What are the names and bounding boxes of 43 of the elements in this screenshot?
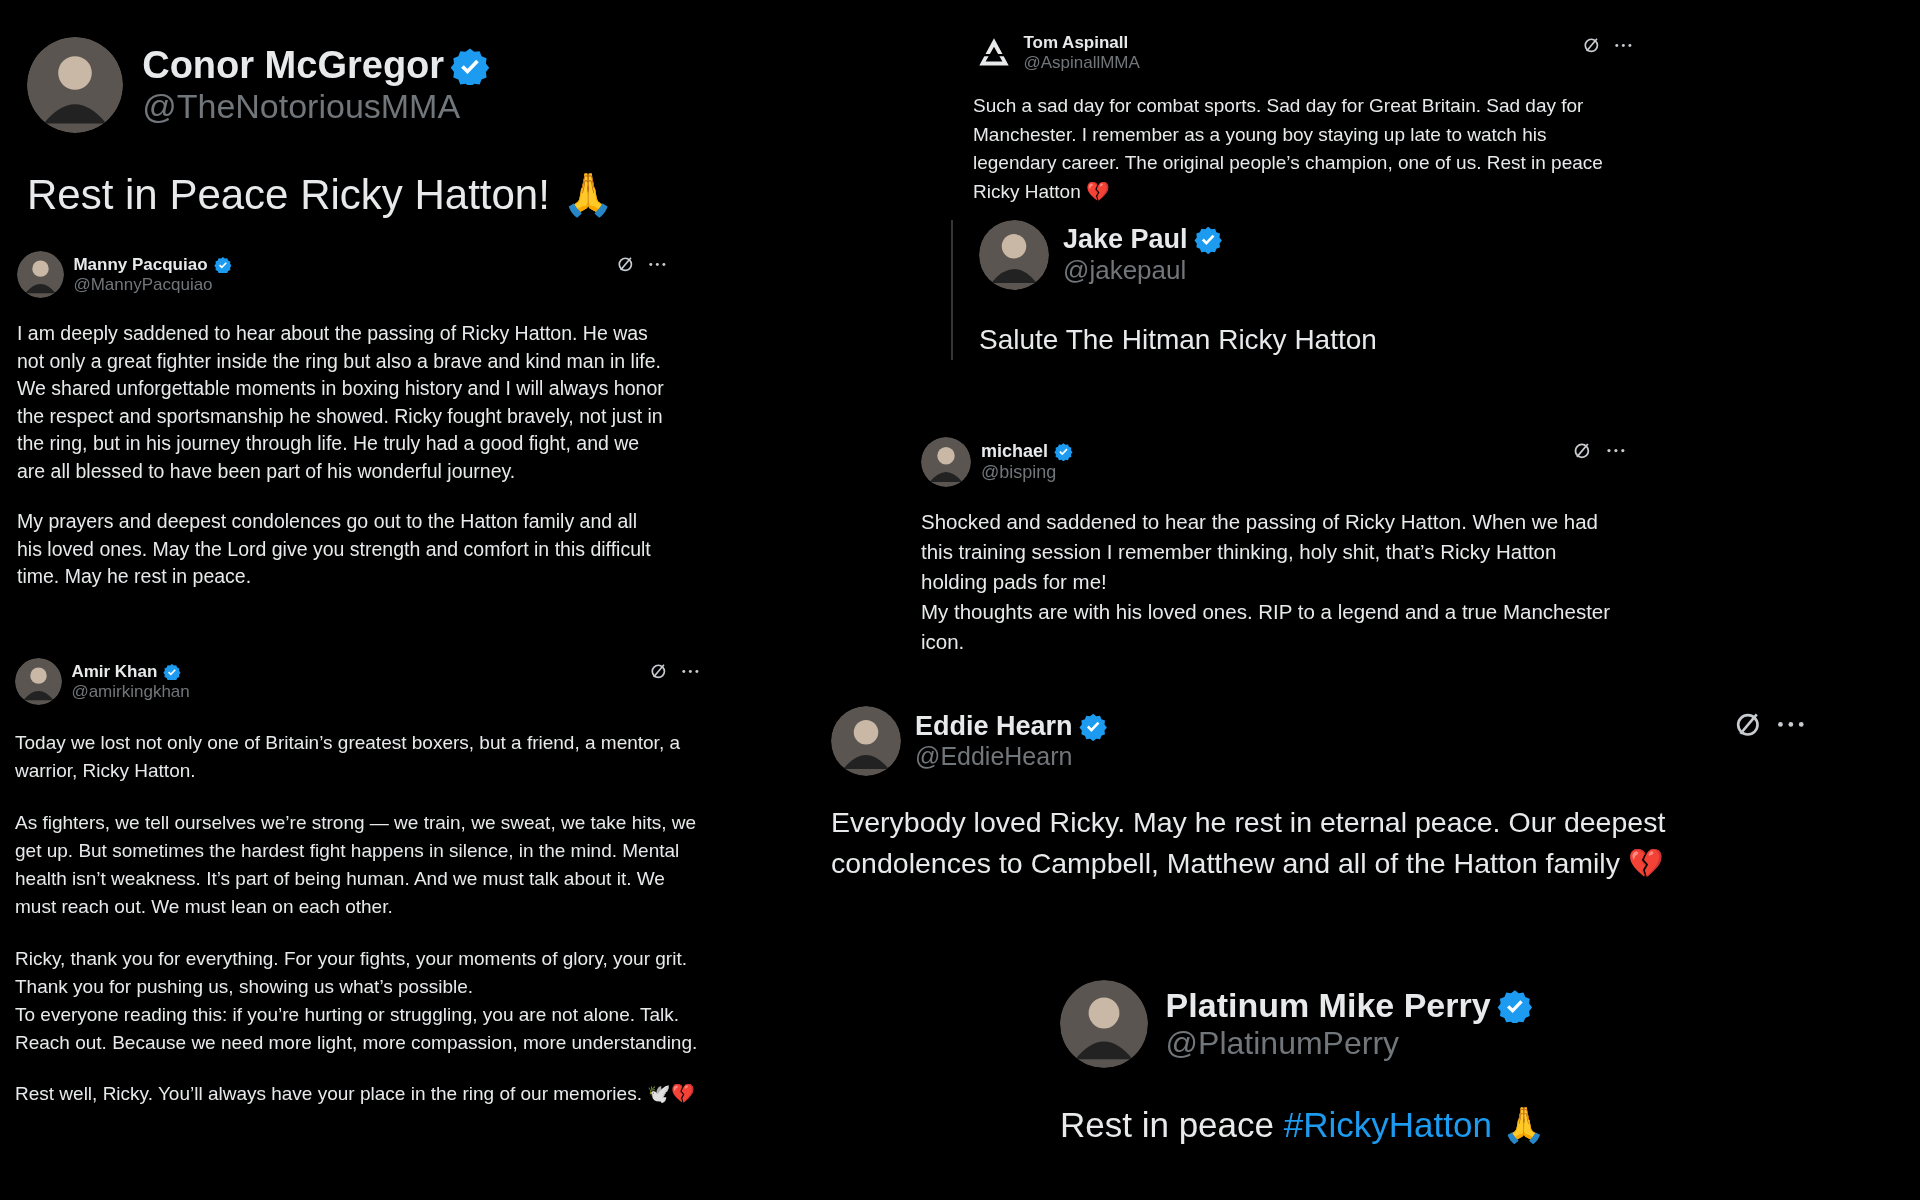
user-name: Conor McGregor [142, 44, 445, 87]
avatar [15, 658, 62, 705]
user-handle: @bisping [981, 462, 1058, 483]
avatar [979, 220, 1049, 290]
post-text: Today we lost not only one of Britain’s greatest boxers, but a friend, a mentor, a warrior, Ricky Hatton. [15, 731, 682, 783]
user-name: Eddie Hearn [915, 711, 1073, 742]
hashtag-link[interactable]: #RickyHatton [1283, 1105, 1492, 1144]
avatar [17, 251, 64, 298]
post-text: Rest in Peace Ricky Hatton! 🙏 [27, 170, 615, 220]
post-text: Everybody loved Ricky. May he rest in eternal peace. Our deepest condolences to Campbell, Matthew and all of the Hatton family 💔 [831, 805, 1667, 881]
slashed-circle-icon[interactable] [1581, 36, 1601, 55]
more-icon[interactable] [681, 667, 700, 675]
avatar [921, 437, 971, 487]
post-text: Rest in peace #RickyHatton 🙏 [1060, 1104, 1547, 1146]
slashed-circle-icon[interactable] [615, 255, 635, 274]
post-text: To everyone reading this: if you’re hurting or struggling, you are not alone. Talk. Reach out. Because we need more light, more compassion, more understanding. [15, 1002, 699, 1055]
user-name: Amir Khan [71, 661, 158, 682]
user-handle: @TheNotoriousMMA [142, 87, 462, 126]
more-icon[interactable] [648, 260, 667, 268]
post-text: Shocked and saddened to hear the passing of Ricky Hatton. When we had this training session I remember thinking, holy shit, that’s Ricky Hatton holding pads for me! [921, 509, 1599, 595]
user-handle: @jakepaul [1063, 255, 1188, 286]
user-handle: @MannyPacquiao [73, 274, 214, 295]
slashed-circle-icon[interactable] [648, 662, 668, 681]
user-name: Tom Aspinall [1023, 33, 1129, 53]
post-text: Ricky, thank you for everything. For your fights, your moments of glory, your grit. Thank you for pushing us, showing us what’s possible. [15, 946, 688, 999]
more-icon[interactable] [1614, 41, 1633, 49]
more-icon[interactable] [1606, 447, 1626, 455]
user-handle: @amirkingkhan [71, 681, 190, 702]
user-name: michael [981, 441, 1049, 462]
user-name: Jake Paul [1063, 224, 1188, 255]
post-text: Such a sad day for combat sports. Sad day for Great Britain. Sad day for Manchester. I remember as a young boy staying up late to watch his legendary career. The original people’s champion, one of us. Rest in peace Ricky Hatton 💔 [973, 94, 1604, 204]
post-text: As fighters, we tell ourselves we’re strong — we train, we sweat, we take hits, we get up. But sometimes the hardest fight happens in silence, in the mind. Mental health isn’t weakness. It’s part of being human. And we must talk about it. We must reach out. We must lean on each other. [15, 810, 698, 919]
user-handle: @AspinallMMA [1023, 53, 1140, 73]
post-text: My thoughts are with his loved ones. RIP to a legend and a true Manchester icon. [921, 599, 1612, 655]
post-text: My prayers and deepest condolences go out to the Hatton family and all his loved ones. May the Lord give you strength and comfort in this difficult time. May he rest in peace. [17, 509, 652, 590]
post-text: Salute The Hitman Ricky Hatton [979, 323, 1378, 357]
post-text: I am deeply saddened to hear about the passing of Ricky Hatton. He was not only a great fighter inside the ring but also a brave and kind man in life. We shared unforgettable moments in boxing history and I will always honor the respect and sportsmanship he showed. Ricky fought bravely, not just in the ring, but in his journey through life. He truly had a good fight, and we are all blessed to have been part of his wonderful journey. [17, 321, 665, 484]
user-handle: @PlatinumPerry [1165, 1025, 1401, 1062]
user-name: Platinum Mike Perry [1165, 986, 1491, 1025]
avatar [831, 706, 901, 776]
user-handle: @EddieHearn [915, 742, 1074, 771]
user-name: Manny Pacquiao [73, 254, 208, 275]
post-text: Rest well, Ricky. You’ll always have your place in the ring of our memories. 🕊💔 [15, 1082, 697, 1107]
